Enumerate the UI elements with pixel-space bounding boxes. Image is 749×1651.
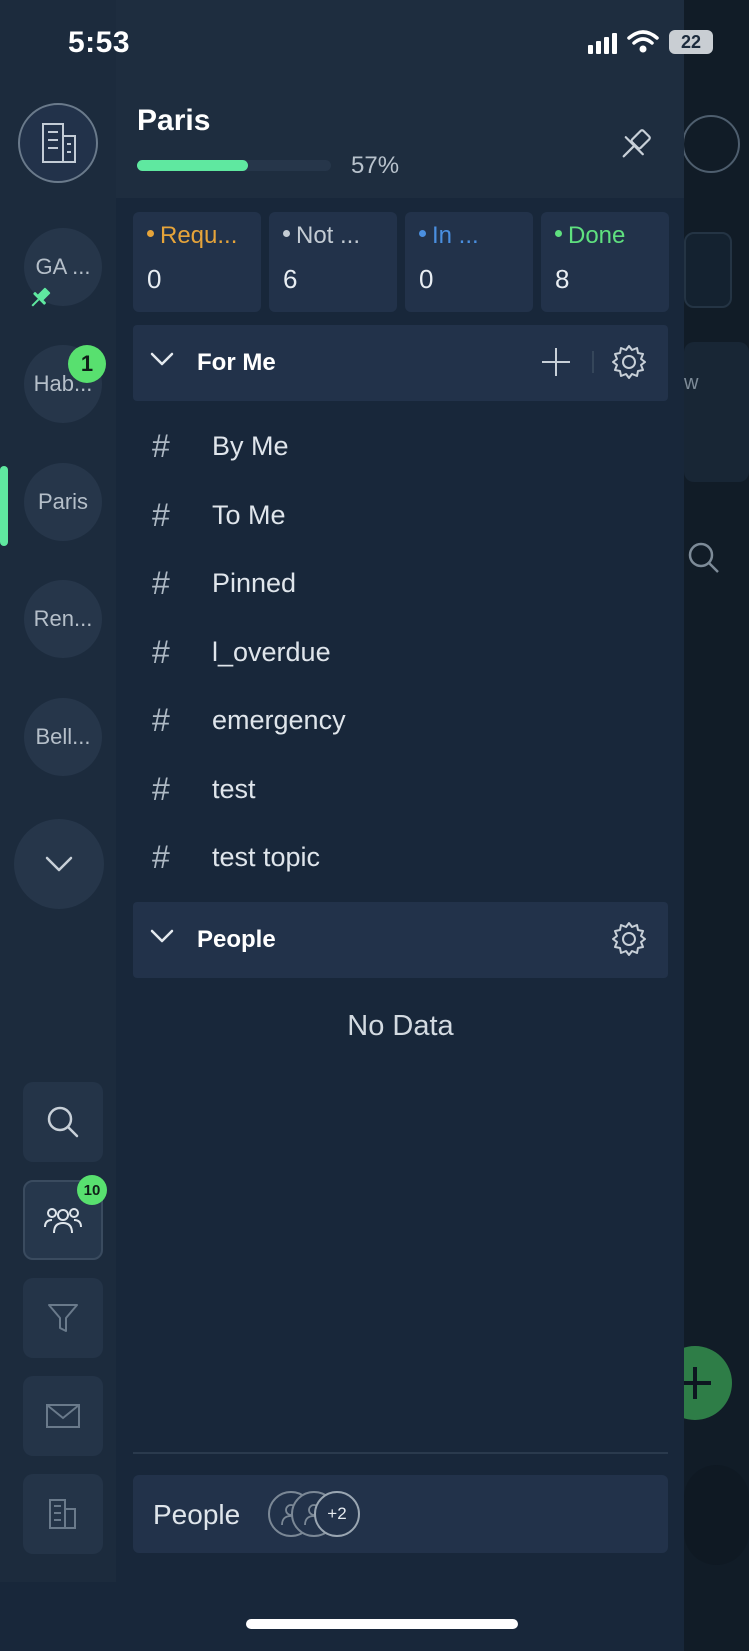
search-icon xyxy=(686,540,722,581)
chevron-down-icon xyxy=(45,856,73,872)
background-card xyxy=(684,342,749,482)
topic-label: To Me xyxy=(212,499,286,530)
mail-icon xyxy=(46,1404,80,1428)
pinned-icon xyxy=(27,285,53,316)
topic-label: test topic xyxy=(212,841,321,872)
building-icon xyxy=(49,1499,76,1529)
status-dot xyxy=(147,230,154,238)
chevron-down-icon xyxy=(150,929,174,943)
people-bar-label: People xyxy=(153,1499,241,1530)
topic-emergency[interactable]: # emergency xyxy=(152,695,346,745)
profile-avatar xyxy=(682,115,740,173)
progress-fill xyxy=(137,160,248,171)
background-card xyxy=(684,232,732,308)
rail-workspace-bell[interactable]: Bell... xyxy=(24,698,102,776)
active-workspace-indicator xyxy=(0,466,8,546)
hashtag-icon: # xyxy=(152,770,170,807)
search-button[interactable] xyxy=(23,1082,103,1162)
empty-state-text: No Data xyxy=(347,1010,454,1042)
background-shape xyxy=(684,1465,749,1565)
topic-l-overdue[interactable]: # l_overdue xyxy=(152,627,331,677)
people-count-badge: 10 xyxy=(77,1175,107,1205)
status-dot xyxy=(555,230,562,238)
battery-icon: 22 xyxy=(669,30,713,54)
topic-label: Pinned xyxy=(212,567,297,598)
rail-item-label: Ren... xyxy=(33,606,93,631)
background-text-fragment: w xyxy=(684,372,699,394)
section-title: People xyxy=(197,926,276,953)
stat-value: 8 xyxy=(555,264,570,294)
wifi-icon xyxy=(627,30,659,53)
divider xyxy=(133,1452,668,1454)
home-indicator xyxy=(246,1619,518,1629)
hashtag-icon: # xyxy=(152,701,170,738)
stat-value: 0 xyxy=(419,264,434,294)
progress-bar xyxy=(137,160,331,171)
hashtag-icon: # xyxy=(152,838,170,875)
add-topic-icon[interactable] xyxy=(539,345,573,379)
status-icons: 22 xyxy=(588,30,713,54)
stat-card-requested[interactable]: Requ... 0 xyxy=(133,212,261,312)
topic-label: l_overdue xyxy=(212,636,331,667)
filter-button[interactable] xyxy=(23,1278,103,1358)
filter-icon xyxy=(48,1304,78,1332)
hashtag-icon: # xyxy=(152,496,170,533)
stat-label: Not ... xyxy=(283,222,383,250)
rail-workspace-paris[interactable]: Paris xyxy=(24,463,102,541)
hashtag-icon: # xyxy=(152,564,170,601)
stat-label: Requ... xyxy=(147,222,247,250)
for-me-section-header[interactable]: For Me xyxy=(133,325,668,401)
stat-card-not-started[interactable]: Not ... 6 xyxy=(269,212,397,312)
workspace-drawer: 5:53 22 Paris 57% GA ... Hab... 1 Paris … xyxy=(0,0,713,1651)
stat-value: 6 xyxy=(283,264,298,294)
rail-item-label: Bell... xyxy=(35,724,91,749)
rail-item-label: Paris xyxy=(37,489,89,514)
status-time: 5:53 xyxy=(68,26,131,59)
show-more-workspaces-button[interactable] xyxy=(14,819,104,909)
divider xyxy=(592,351,594,373)
rail-workspace-ren[interactable]: Ren... xyxy=(24,580,102,658)
section-title: For Me xyxy=(197,349,276,376)
stat-card-done[interactable]: Done 8 xyxy=(541,212,669,312)
hashtag-icon: # xyxy=(152,427,170,464)
status-dot xyxy=(283,230,290,238)
workspace-avatar[interactable] xyxy=(18,103,98,183)
rail-item-label: GA ... xyxy=(35,254,91,279)
signal-icon xyxy=(588,30,617,54)
people-bar[interactable]: People +2 xyxy=(133,1475,668,1553)
topic-label: emergency xyxy=(212,704,346,735)
more-people-avatar: +2 xyxy=(314,1491,360,1537)
gear-icon[interactable] xyxy=(610,343,648,381)
people-section-header[interactable]: People xyxy=(133,902,668,978)
topic-by-me[interactable]: # By Me xyxy=(152,421,289,471)
people-icon xyxy=(44,1208,82,1234)
workspaces-button[interactable] xyxy=(23,1474,103,1554)
gear-icon[interactable] xyxy=(610,920,648,958)
topic-test-topic[interactable]: # test topic xyxy=(152,832,320,882)
status-dot xyxy=(419,230,426,238)
topic-label: By Me xyxy=(212,430,289,461)
building-icon xyxy=(42,123,76,163)
stat-card-in-progress[interactable]: In ... 0 xyxy=(405,212,533,312)
stat-label: In ... xyxy=(419,222,519,250)
progress-percent: 57% xyxy=(351,152,400,179)
pin-icon xyxy=(622,129,651,158)
unread-badge: 1 xyxy=(68,345,106,383)
stat-value: 0 xyxy=(147,264,162,294)
topic-pinned[interactable]: # Pinned xyxy=(152,558,296,608)
chevron-down-icon xyxy=(150,352,174,366)
hashtag-icon: # xyxy=(152,633,170,670)
stat-label: Done xyxy=(555,222,655,250)
workspace-title: Paris xyxy=(137,104,211,137)
mail-button[interactable] xyxy=(23,1376,103,1456)
topic-label: test xyxy=(212,773,256,804)
topic-test[interactable]: # test xyxy=(152,764,256,814)
pin-workspace-button[interactable] xyxy=(612,122,658,168)
topic-to-me[interactable]: # To Me xyxy=(152,490,286,540)
search-icon xyxy=(47,1106,79,1138)
